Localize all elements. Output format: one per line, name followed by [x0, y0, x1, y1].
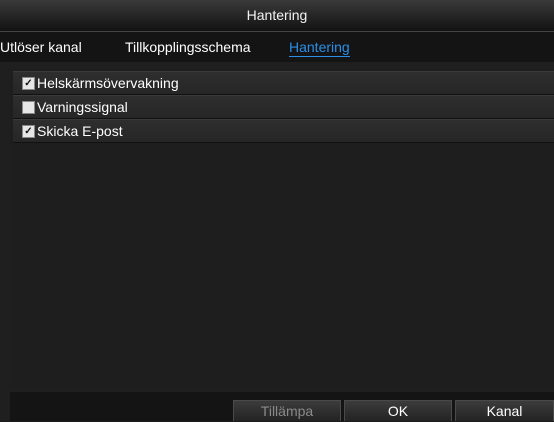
options-panel: ✓ Helskärmsövervakning Varningssignal ✓ … [10, 68, 554, 388]
email-checkbox[interactable]: ✓ [22, 125, 35, 138]
channel-button[interactable]: Kanal [455, 400, 554, 421]
window-title: Hantering [0, 0, 554, 32]
option-label: Skicka E-post [37, 123, 123, 139]
fullscreen-checkbox[interactable]: ✓ [22, 77, 35, 90]
option-row-fullscreen[interactable]: ✓ Helskärmsövervakning [13, 71, 554, 95]
option-row-warning[interactable]: Varningssignal [13, 95, 554, 119]
dialog-window: Hantering Utlöser kanal Tillkopplingssch… [0, 0, 554, 421]
apply-button[interactable]: Tillämpa [233, 400, 341, 421]
option-label: Varningssignal [37, 99, 128, 115]
tab-utloser-kanal[interactable]: Utlöser kanal [0, 39, 82, 55]
warning-checkbox[interactable] [22, 101, 35, 114]
option-label: Helskärmsövervakning [37, 75, 179, 91]
option-row-email[interactable]: ✓ Skicka E-post [13, 119, 554, 143]
footer-bar: Tillämpa OK Kanal [10, 392, 554, 421]
tab-bar: Utlöser kanal Tillkopplingsschema Hanter… [0, 32, 554, 62]
ok-button[interactable]: OK [344, 400, 452, 421]
tab-hantering[interactable]: Hantering [289, 39, 350, 57]
tab-tillkopplingsschema[interactable]: Tillkopplingsschema [125, 39, 251, 55]
